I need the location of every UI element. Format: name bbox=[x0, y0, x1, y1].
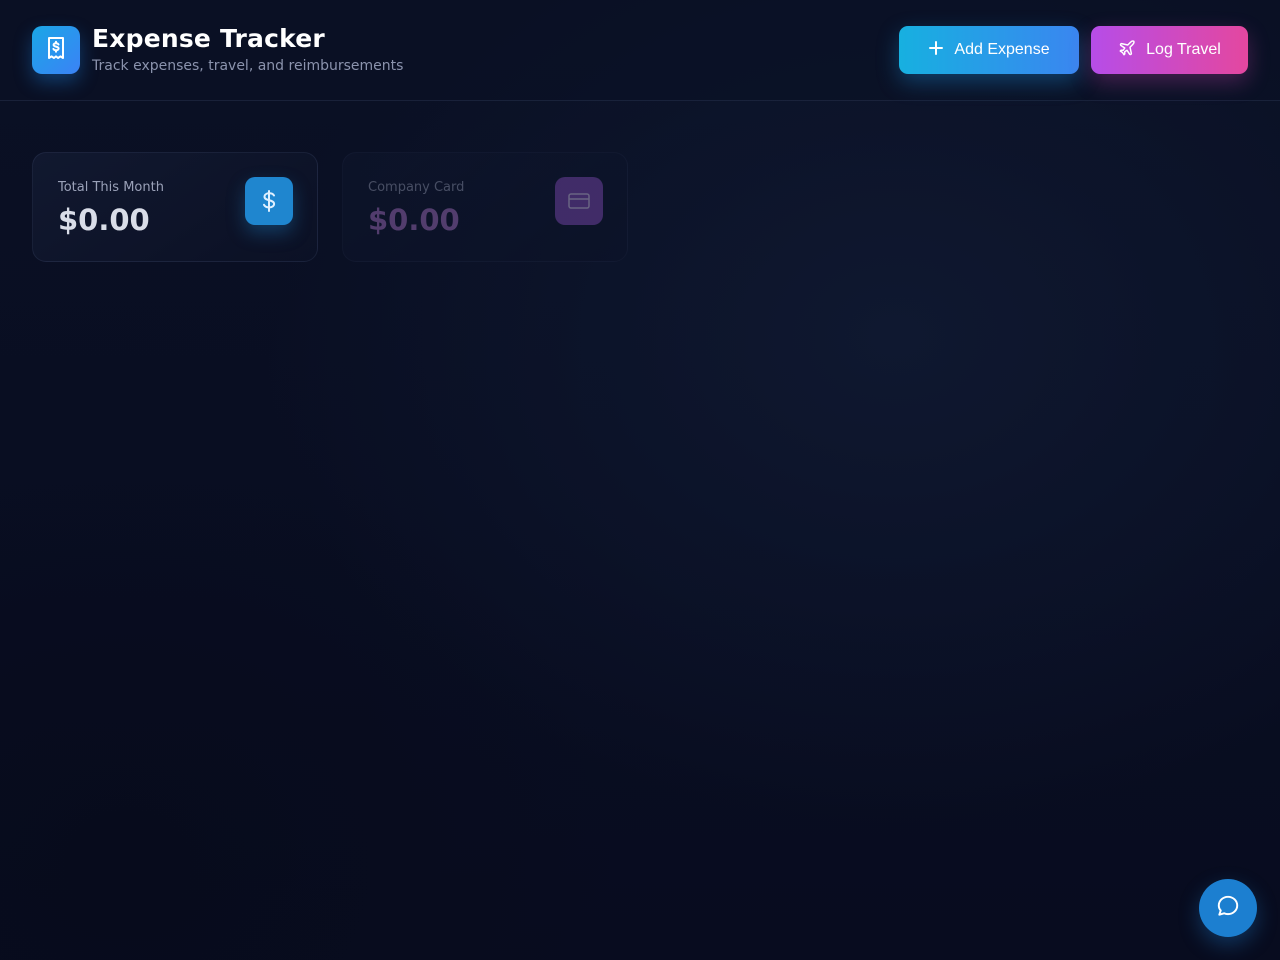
stat-value: $0.00 bbox=[368, 203, 460, 237]
receipt-dollar-icon bbox=[45, 36, 67, 64]
app-header: Expense Tracker Track expenses, travel, … bbox=[0, 0, 1280, 101]
log-travel-label: Log Travel bbox=[1146, 41, 1221, 58]
app-subtitle: Track expenses, travel, and reimbursemen… bbox=[92, 58, 404, 74]
add-expense-label: Add Expense bbox=[954, 41, 1050, 58]
app-title: Expense Tracker bbox=[92, 24, 325, 53]
stat-card-company-card: Company Card $0.00 bbox=[342, 152, 628, 262]
stat-label: Company Card bbox=[368, 180, 465, 195]
stat-card-total-this-month: Total This Month $0.00 bbox=[32, 152, 318, 262]
log-travel-button[interactable]: Log Travel bbox=[1091, 26, 1248, 74]
credit-card-icon bbox=[555, 177, 603, 225]
chat-button[interactable] bbox=[1199, 879, 1257, 937]
app-logo bbox=[32, 26, 80, 74]
stat-value: $0.00 bbox=[58, 203, 150, 237]
add-expense-button[interactable]: Add Expense bbox=[899, 26, 1079, 74]
plane-icon bbox=[1118, 39, 1136, 62]
plus-icon bbox=[928, 40, 944, 61]
stat-label: Total This Month bbox=[58, 180, 164, 195]
chat-bubble-icon bbox=[1215, 893, 1241, 923]
dollar-icon bbox=[245, 177, 293, 225]
